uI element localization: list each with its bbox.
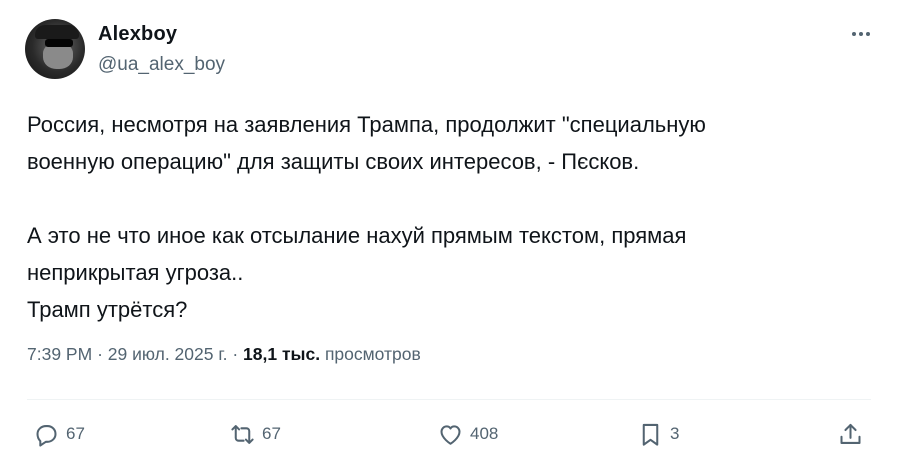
- tweet-date[interactable]: 29 июл. 2025 г.: [108, 344, 228, 364]
- reply-button[interactable]: 67: [33, 420, 85, 448]
- more-horizontal-icon: [852, 32, 856, 36]
- bookmark-icon: [642, 423, 659, 446]
- repost-icon: [231, 424, 254, 444]
- user-handle[interactable]: @ua_alex_boy: [98, 54, 225, 76]
- heart-icon: [440, 424, 461, 445]
- divider: [27, 399, 871, 400]
- meta-separator: ·: [97, 344, 103, 364]
- tweet-card: Alexboy @ua_alex_boy Россия, несмотря на…: [0, 0, 898, 469]
- avatar-hat: [35, 25, 79, 39]
- views-count[interactable]: 18,1 тыс.: [243, 344, 320, 364]
- share-icon: [840, 423, 861, 444]
- more-dot: [859, 32, 863, 36]
- repost-button[interactable]: 67: [229, 420, 281, 448]
- bookmark-button[interactable]: 3: [637, 420, 679, 448]
- reply-icon: [36, 424, 57, 447]
- like-button[interactable]: 408: [437, 420, 498, 448]
- tweet-time[interactable]: 7:39 PM: [27, 344, 92, 364]
- tweet-meta: 7:39 PM · 29 июл. 2025 г. · 18,1 тыс. пр…: [27, 344, 421, 365]
- more-dot: [866, 32, 870, 36]
- like-count: 408: [470, 424, 499, 443]
- views-label: просмотров: [324, 344, 421, 364]
- meta-separator: ·: [232, 344, 239, 364]
- more-options-button[interactable]: [846, 24, 876, 44]
- bookmark-count: 3: [670, 424, 680, 443]
- repost-count: 67: [262, 424, 281, 443]
- share-button[interactable]: [837, 420, 864, 448]
- tweet-text: Россия, несмотря на заявления Трампа, пр…: [27, 112, 706, 322]
- display-name[interactable]: Alexboy: [98, 23, 177, 46]
- avatar[interactable]: [25, 19, 85, 79]
- avatar-glasses: [45, 39, 73, 47]
- reply-count: 67: [66, 424, 85, 443]
